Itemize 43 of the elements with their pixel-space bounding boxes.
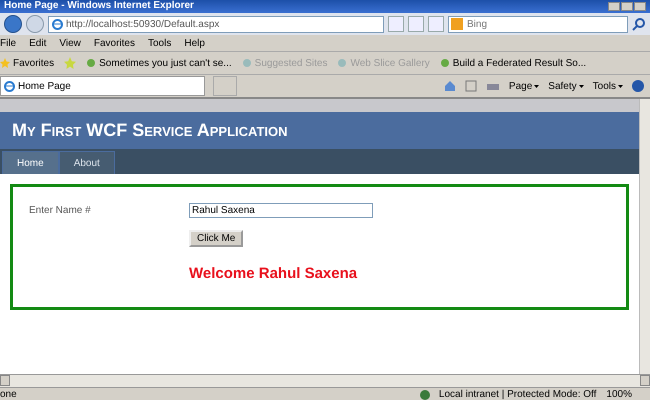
site-title: My First WCF Service Application — [12, 120, 288, 141]
minimize-button[interactable] — [608, 2, 620, 11]
favorites-button[interactable]: Favorites — [0, 58, 54, 68]
star-icon — [0, 58, 10, 68]
window-title: Home Page - Windows Internet Explorer — [4, 0, 194, 10]
welcome-message: Welcome Rahul Saxena — [189, 265, 358, 282]
search-provider-icon — [451, 18, 463, 30]
caret-icon[interactable] — [618, 84, 623, 88]
menu-item[interactable]: Tools — [148, 38, 172, 48]
favorites-link[interactable]: Sometimes you just can't se... — [86, 58, 232, 68]
home-icon[interactable] — [444, 80, 456, 92]
nav-tab[interactable]: About — [58, 151, 115, 174]
security-zone: Local intranet | Protected Mode: Off — [436, 389, 596, 400]
caret-icon[interactable] — [578, 84, 584, 88]
zoom-level[interactable]: 100% — [602, 389, 650, 400]
command-menu[interactable]: Page — [508, 80, 532, 92]
name-label: Enter Name # — [29, 205, 92, 216]
compatibility-button[interactable] — [388, 16, 404, 32]
status-text: one — [0, 389, 18, 400]
stop-button[interactable] — [428, 16, 444, 32]
command-menu[interactable]: Safety — [548, 80, 577, 92]
close-button[interactable] — [634, 2, 646, 11]
maximize-button[interactable] — [621, 2, 633, 11]
address-field[interactable]: http://localhost:50930/Default.aspx — [48, 16, 384, 32]
click-me-button[interactable]: Click Me — [189, 230, 244, 247]
favorites-link[interactable]: Build a Federated Result So... — [440, 58, 586, 68]
name-field[interactable]: Rahul Saxena — [189, 203, 373, 218]
menu-item[interactable]: Favorites — [94, 38, 135, 48]
back-button[interactable] — [4, 15, 22, 33]
search-icon[interactable] — [632, 17, 646, 31]
horizontal-scrollbar[interactable] — [0, 374, 650, 387]
menu-item[interactable]: Edit — [29, 38, 46, 48]
new-tab-button[interactable] — [213, 76, 237, 96]
refresh-button[interactable] — [408, 16, 424, 32]
menu-item[interactable]: View — [59, 38, 81, 48]
command-menu[interactable]: Tools — [592, 80, 616, 92]
caret-icon[interactable] — [534, 84, 540, 88]
menu-item[interactable]: File — [0, 38, 16, 48]
browser-tab[interactable]: Home Page — [0, 76, 205, 96]
nav-tab[interactable]: Home — [2, 151, 59, 174]
menu-item[interactable]: Help — [184, 38, 205, 48]
search-field[interactable]: Bing — [448, 16, 628, 32]
vertical-scrollbar[interactable] — [639, 99, 650, 374]
